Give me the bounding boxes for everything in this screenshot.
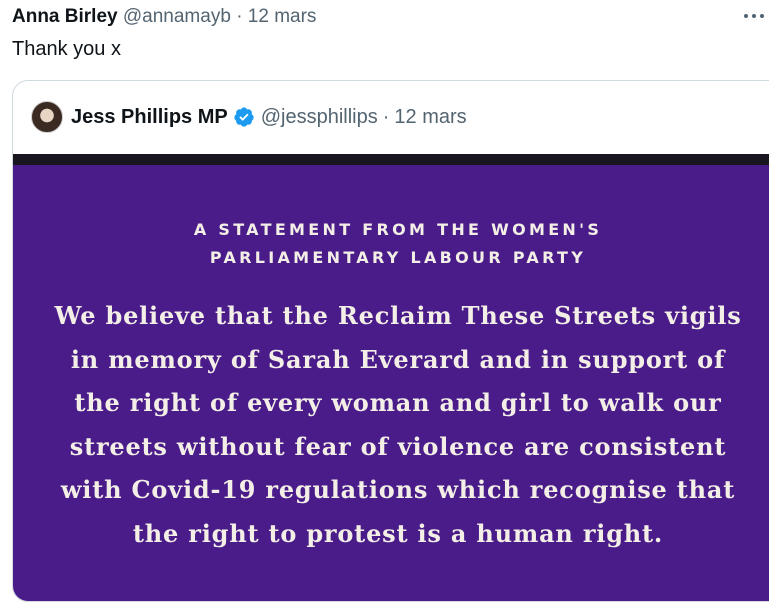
statement-body-line: the right to protest is a human right. — [132, 518, 664, 548]
quoted-tweet-card[interactable]: Jess Phillips MP @jessphillips · 12 mars… — [12, 80, 769, 602]
quoted-tweet-date[interactable]: 12 mars — [394, 106, 466, 129]
verified-badge-icon — [234, 107, 254, 127]
statement-body-line: the right of every woman and girl to wal… — [74, 388, 722, 417]
tweet-date[interactable]: 12 mars — [248, 6, 317, 27]
statement-body: We believe that the Reclaim These Street… — [13, 294, 769, 555]
statement-body-line: with Covid-19 regulations which recognis… — [60, 475, 736, 504]
quoted-author-handle[interactable]: @jessphillips — [261, 106, 378, 129]
statement-body-line: streets without fear of violence are con… — [69, 431, 727, 461]
statement-heading-line-1: A STATEMENT FROM THE WOMEN'S — [193, 220, 603, 239]
quoted-tweet-header: Jess Phillips MP @jessphillips · 12 mars — [31, 101, 467, 133]
statement-heading-line-2: PARLIAMENTARY LABOUR PARTY — [209, 248, 587, 267]
statement-body-line: We believe that the Reclaim These Street… — [54, 301, 742, 330]
author-handle[interactable]: @annamayb — [123, 6, 231, 27]
image-top-border — [13, 154, 769, 165]
statement-image[interactable]: A STATEMENT FROM THE WOMEN'S PARLIAMENTA… — [13, 154, 769, 601]
avatar[interactable] — [31, 101, 63, 133]
tweet-text: Thank you x — [12, 38, 121, 60]
meta-separator: · — [236, 6, 243, 27]
statement-body-line: in memory of Sarah Everard and in suppor… — [70, 344, 726, 374]
meta-separator: · — [382, 105, 390, 128]
tweet-header: Anna Birley @annamayb · 12 mars — [12, 6, 316, 28]
author-name[interactable]: Anna Birley — [12, 6, 118, 27]
quoted-author-name[interactable]: Jess Phillips MP — [71, 106, 228, 129]
more-options-button[interactable] — [740, 2, 768, 30]
more-horizontal-icon — [744, 14, 748, 18]
